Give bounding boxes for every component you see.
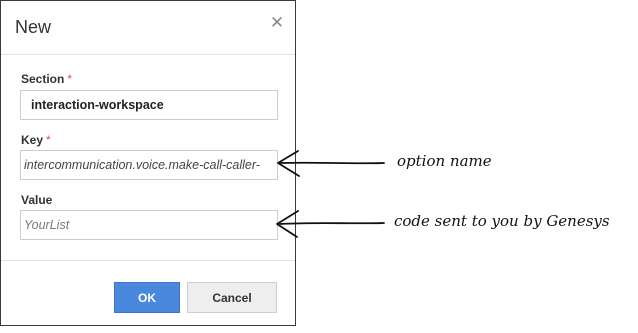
genesys-code-annotation: code sent to you by Genesys xyxy=(394,212,610,230)
value-arrow xyxy=(276,210,385,238)
key-arrow xyxy=(277,150,385,177)
option-name-annotation: option name xyxy=(397,152,492,170)
screenshot-stage: New ✕ Section * interaction-workspace Key… xyxy=(0,0,638,333)
annotation-arrows xyxy=(276,150,385,238)
